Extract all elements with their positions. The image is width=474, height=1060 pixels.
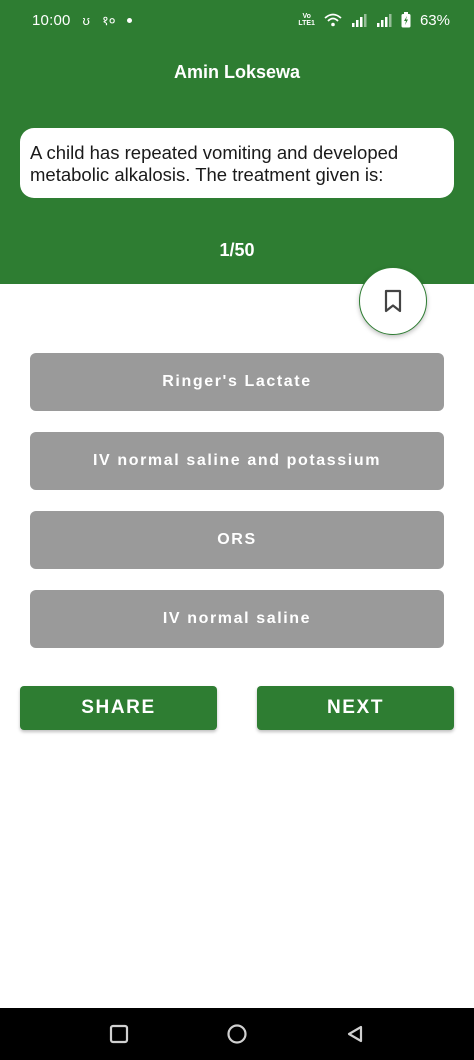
battery-charging-icon	[401, 12, 411, 28]
share-button[interactable]: SHARE	[20, 686, 217, 730]
question-text: A child has repeated vomiting and develo…	[30, 142, 399, 185]
wifi-icon	[324, 13, 342, 27]
square-icon	[109, 1024, 129, 1044]
status-left: 10:00 ʊ १०	[32, 11, 133, 29]
next-button[interactable]: NEXT	[257, 686, 454, 730]
signal-icon-1	[351, 14, 367, 27]
nav-back-button[interactable]	[335, 1014, 375, 1054]
lte-label: LTE1	[298, 20, 315, 27]
quiz-screen: 10:00 ʊ १० Vo LTE1 63% Amin Loksewa A ch…	[0, 0, 474, 1060]
nav-recent-button[interactable]	[99, 1014, 139, 1054]
circle-icon	[227, 1024, 247, 1044]
nav-home-button[interactable]	[217, 1014, 257, 1054]
status-bar: 10:00 ʊ १० Vo LTE1 63%	[0, 0, 474, 40]
status-time: 10:00	[32, 11, 71, 29]
volte-icon: Vo LTE1	[298, 13, 315, 27]
header: 10:00 ʊ १० Vo LTE1 63% Amin Loksewa A ch…	[0, 0, 474, 284]
option-label: IV normal saline and potassium	[92, 452, 382, 469]
triangle-back-icon	[347, 1025, 363, 1043]
option-button-3[interactable]: ORS	[30, 511, 444, 569]
volte-label: Vo	[302, 13, 311, 20]
notification-icon-2: १०	[101, 13, 116, 28]
question-card: A child has repeated vomiting and develo…	[20, 128, 454, 198]
battery-percent: 63%	[419, 11, 450, 29]
notification-dot-icon	[127, 17, 133, 23]
bookmark-button[interactable]	[359, 267, 427, 335]
option-button-2[interactable]: IV normal saline and potassium	[30, 432, 444, 490]
option-label: IV normal saline	[162, 610, 312, 627]
option-label: ORS	[217, 531, 257, 548]
system-nav-bar	[0, 1008, 474, 1060]
bookmark-outline-icon	[384, 289, 402, 313]
option-label: Ringer's Lactate	[162, 373, 312, 390]
notification-icon-1: ʊ	[82, 12, 90, 28]
option-button-4[interactable]: IV normal saline	[30, 590, 444, 648]
question-counter: 1/50	[219, 240, 255, 260]
app-title: Amin Loksewa	[173, 62, 301, 82]
signal-icon-2	[376, 14, 392, 27]
share-label: SHARE	[81, 697, 156, 718]
option-button-1[interactable]: Ringer's Lactate	[30, 353, 444, 411]
status-right: Vo LTE1 63%	[298, 12, 450, 29]
next-label: NEXT	[326, 697, 385, 718]
